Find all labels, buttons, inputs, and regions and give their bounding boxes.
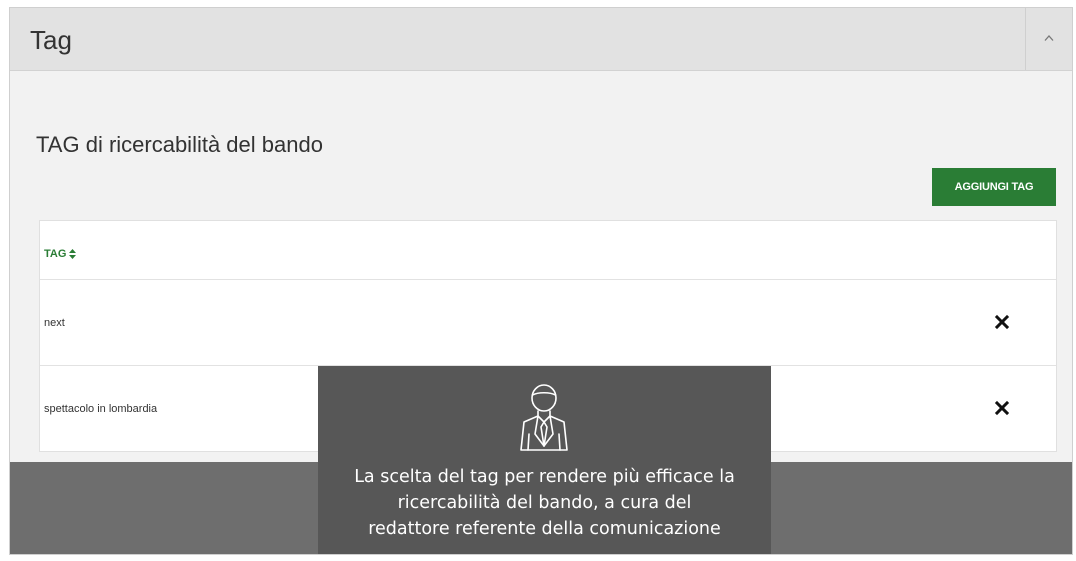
panel-header[interactable]: Tag	[10, 8, 1072, 71]
column-header-label: TAG	[44, 248, 67, 260]
column-header-tag[interactable]: TAG	[44, 248, 77, 260]
add-tag-button[interactable]: AGGIUNGI TAG	[932, 168, 1056, 206]
tag-panel: Tag TAG di ricercabilità del bando AGGIU…	[9, 7, 1073, 555]
delete-tag-button[interactable]	[993, 313, 1011, 331]
person-icon	[520, 384, 568, 451]
table-header-row: TAG	[40, 221, 1056, 280]
tooltip-line: ricercabilità del bando, a cura del	[397, 493, 692, 513]
tooltip-line: redattore referente della comunicazione	[368, 519, 721, 539]
info-tooltip: La scelta del tag per rendere più effica…	[318, 366, 771, 554]
table-row: next	[40, 280, 1056, 366]
tag-cell: next	[44, 317, 65, 329]
collapse-button[interactable]	[1025, 8, 1072, 70]
section-title: TAG di ricercabilità del bando	[36, 132, 323, 157]
chevron-up-icon	[1044, 35, 1054, 41]
close-icon	[994, 400, 1010, 416]
close-icon	[994, 314, 1010, 330]
tag-cell: spettacolo in lombardia	[44, 403, 158, 415]
tooltip-line: La scelta del tag per rendere più effica…	[354, 467, 735, 487]
delete-tag-button[interactable]	[993, 399, 1011, 417]
tooltip-text: La scelta del tag per rendere più effica…	[318, 464, 771, 542]
panel-title: Tag	[30, 25, 72, 55]
sort-icon	[69, 249, 77, 259]
